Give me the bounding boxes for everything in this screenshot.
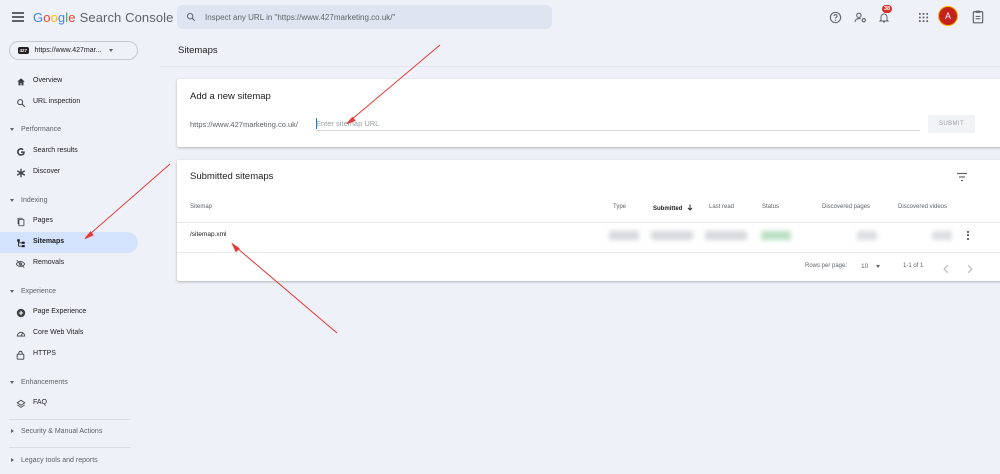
redacted-last-read-cell: [705, 231, 747, 240]
column-header-discovered-pages[interactable]: Discovered pages: [822, 204, 870, 210]
app-logo: Google Search Console: [33, 10, 174, 25]
next-page-icon[interactable]: [966, 261, 976, 274]
column-header-last-read[interactable]: Last read: [709, 204, 734, 210]
sidebar-item-page-experience[interactable]: Page Experience: [0, 302, 138, 323]
url-inspect-search[interactable]: [177, 5, 552, 29]
text-cursor: [316, 118, 317, 129]
title-divider: [160, 66, 1000, 67]
top-bar: GoogleSearch Console 38 A: [0, 0, 1000, 34]
chevron-down-icon: [109, 49, 114, 52]
chevron-down-icon: [876, 265, 880, 268]
sidebar-item-overview[interactable]: Overview: [0, 71, 138, 92]
apps-grid-icon[interactable]: [915, 9, 931, 25]
clipboard-icon[interactable]: [970, 9, 986, 25]
chevron-down-icon: [10, 381, 14, 384]
sidebar-item-faq[interactable]: FAQ: [0, 393, 138, 414]
asterisk-icon: [15, 167, 26, 178]
arrow-down-icon: [687, 204, 693, 211]
sitemap-icon: [15, 237, 26, 248]
page-title: Sitemaps: [178, 45, 218, 56]
chevron-down-icon: [10, 199, 14, 202]
redacted-submitted-cell: [651, 231, 693, 240]
notification-count-badge: 38: [882, 5, 893, 13]
column-header-sitemap[interactable]: Sitemap: [190, 204, 212, 210]
sidebar-item-search-results[interactable]: Search results: [0, 141, 138, 162]
column-header-submitted[interactable]: Submitted: [653, 204, 693, 212]
sidebar-item-discover[interactable]: Discover: [0, 162, 138, 183]
sidebar-item-https[interactable]: HTTPS: [0, 344, 138, 365]
sitemap-path-cell[interactable]: /sitemap.xml: [190, 231, 226, 238]
help-icon[interactable]: [827, 9, 843, 25]
search-input[interactable]: [205, 12, 525, 22]
sidebar-item-removals[interactable]: Removals: [0, 253, 138, 274]
redacted-type-cell: [609, 231, 639, 240]
column-header-status[interactable]: Status: [762, 204, 779, 210]
more-options-icon[interactable]: [963, 228, 973, 242]
gauge-icon: [15, 328, 26, 339]
home-icon: [15, 76, 26, 87]
table-header-divider: [177, 222, 1000, 223]
google-g-icon: [15, 146, 26, 157]
eye-off-icon: [15, 258, 26, 269]
filter-icon[interactable]: [956, 169, 970, 183]
avatar[interactable]: A: [938, 6, 958, 26]
chevron-right-icon: [11, 458, 14, 462]
chevron-down-icon: [10, 290, 14, 293]
chevron-down-icon: [10, 128, 14, 131]
sidebar-item-pages[interactable]: Pages: [0, 211, 138, 232]
hamburger-menu-icon[interactable]: [12, 11, 25, 23]
property-logo: 427: [18, 47, 29, 54]
add-sitemap-title: Add a new sitemap: [190, 91, 271, 102]
section-legacy-tools[interactable]: Legacy tools and reports: [0, 455, 150, 469]
sidebar-item-core-web-vitals[interactable]: Core Web Vitals: [0, 323, 138, 344]
column-header-discovered-videos[interactable]: Discovered videos: [898, 204, 947, 210]
layers-icon: [15, 398, 26, 409]
sidebar-item-url-inspection[interactable]: URL inspection: [0, 92, 138, 113]
search-icon: [186, 12, 196, 22]
pages-icon: [15, 216, 26, 227]
redacted-discovered-videos-cell: [932, 231, 952, 240]
sitemap-url-input[interactable]: [316, 117, 920, 131]
section-performance[interactable]: Performance: [0, 124, 150, 138]
section-indexing[interactable]: Indexing: [0, 195, 150, 209]
add-sitemap-card: Add a new sitemap https://www.427marketi…: [177, 79, 1000, 147]
property-selector[interactable]: 427 https://www.427mar...: [9, 41, 138, 60]
redacted-status-cell: [761, 231, 791, 240]
sidebar-divider: [9, 419, 131, 420]
pagination-range: 1-1 of 1: [903, 263, 924, 269]
column-header-type[interactable]: Type: [613, 204, 626, 210]
section-security-manual-actions[interactable]: Security & Manual Actions: [0, 426, 150, 440]
rows-per-page-label: Rows per page:: [805, 263, 848, 269]
sidebar-divider: [9, 447, 131, 448]
submitted-sitemaps-card: Submitted sitemaps Sitemap Type Submitte…: [177, 160, 1000, 281]
chevron-right-icon: [11, 429, 14, 433]
product-name: Search Console: [79, 10, 174, 25]
search-icon: [15, 97, 26, 108]
sitemap-url-prefix: https://www.427marketing.co.uk/: [190, 120, 298, 129]
property-label: https://www.427mar...: [34, 47, 102, 54]
sidebar-item-sitemaps[interactable]: Sitemaps: [0, 232, 138, 253]
submit-button[interactable]: SUBMIT: [928, 115, 975, 133]
rows-per-page-select[interactable]: 10: [861, 260, 887, 272]
submitted-sitemaps-title: Submitted sitemaps: [190, 171, 274, 182]
section-experience[interactable]: Experience: [0, 286, 150, 300]
redacted-discovered-pages-cell: [857, 231, 877, 240]
notifications-bell-icon[interactable]: 38: [876, 5, 893, 25]
section-enhancements[interactable]: Enhancements: [0, 377, 150, 391]
user-settings-icon[interactable]: [852, 9, 868, 25]
previous-page-icon[interactable]: [942, 261, 952, 274]
lock-icon: [15, 349, 26, 360]
table-row-divider: [177, 252, 1000, 253]
plus-circle-icon: [15, 307, 26, 318]
sidebar: 427 https://www.427mar... Overview URL i…: [0, 34, 160, 474]
